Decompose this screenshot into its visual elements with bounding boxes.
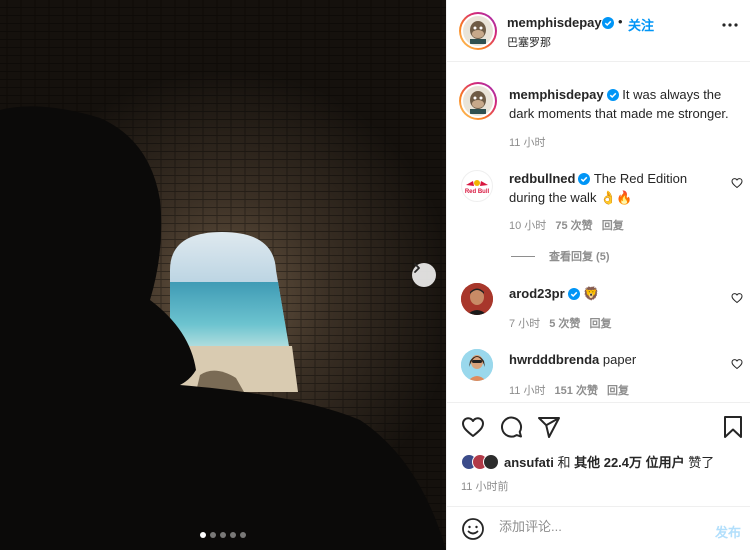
caption-time[interactable]: 11 小时	[509, 134, 545, 150]
post-location[interactable]: 巴塞罗那	[507, 34, 551, 50]
reply-divider	[511, 255, 535, 257]
post-actions: ansufati 和 其他 22.4万 位用户 赞了 11 小时前	[447, 402, 750, 506]
slide-dot	[240, 532, 246, 538]
more-horizontal-icon[interactable]	[722, 23, 738, 27]
slide-dot	[220, 532, 226, 538]
posted-time[interactable]: 11 小时前	[461, 478, 508, 494]
comment-likes[interactable]: 151 次赞	[555, 385, 598, 397]
user-photo-icon	[461, 349, 493, 381]
next-slide-button[interactable]	[412, 263, 436, 287]
comment-username[interactable]: redbullned	[509, 171, 575, 186]
tunnel-photo	[0, 0, 446, 550]
author-username[interactable]: memphisdepay	[507, 15, 602, 30]
post-photo[interactable]	[0, 0, 446, 550]
comment-time[interactable]: 11 小时	[509, 385, 545, 397]
author-avatar[interactable]	[459, 12, 497, 50]
verified-badge-icon	[602, 16, 614, 34]
comment-username[interactable]: hwrdddbrenda	[509, 352, 599, 367]
svg-text:Red Bull: Red Bull	[465, 189, 490, 194]
comment-avatar[interactable]	[461, 349, 493, 381]
comment-text: 🦁	[583, 286, 600, 301]
slide-dot	[230, 532, 236, 538]
caption-avatar[interactable]	[459, 82, 497, 120]
bored-ape-avatar-icon	[470, 91, 486, 114]
share-send-icon[interactable]	[537, 415, 561, 439]
emoji-icon[interactable]	[461, 517, 485, 541]
comment-text: paper	[602, 352, 637, 367]
comment-likes[interactable]: 5 次赞	[549, 318, 580, 330]
view-replies-button[interactable]: 查看回复 (5)	[511, 248, 610, 264]
post-header: memphisdepay • 关注 巴塞罗那	[447, 0, 750, 62]
comment-body: arod23pr 🦁	[509, 285, 724, 304]
user-photo-icon	[461, 283, 493, 315]
reply-button[interactable]: 回复	[602, 220, 624, 232]
likes-summary[interactable]: ansufati 和 其他 22.4万 位用户 赞了	[461, 452, 714, 471]
like-comment-heart-icon[interactable]	[731, 177, 743, 189]
comment-username[interactable]: arod23pr	[509, 286, 565, 301]
slide-dot	[200, 532, 206, 538]
post-caption: memphisdepay It was always the dark mome…	[509, 86, 745, 122]
add-comment-bar: 发布	[447, 506, 750, 550]
reply-button[interactable]: 回复	[590, 318, 612, 330]
comment-avatar[interactable]	[461, 283, 493, 315]
comment-body: hwrdddbrenda paper	[509, 351, 724, 368]
reply-button[interactable]: 回复	[607, 385, 629, 397]
chevron-right-icon	[414, 263, 420, 273]
comment-meta: 10 小时 75 次赞 回复	[509, 217, 624, 233]
post-details-panel: memphisdepay • 关注 巴塞罗那 memphisdepay It w…	[446, 0, 750, 550]
likes-and: 和	[557, 455, 571, 470]
comment-meta: 7 小时 5 次赞 回复	[509, 315, 612, 331]
liked-by-username[interactable]: ansufati	[504, 455, 554, 470]
comment-input[interactable]	[499, 519, 689, 534]
redbull-logo-icon: Red Bull	[465, 180, 490, 194]
bored-ape-avatar-icon	[470, 21, 486, 44]
comment-body: redbullned The Red Edition during the wa…	[509, 170, 724, 206]
verified-badge-icon	[578, 172, 591, 189]
likes-suffix: 赞了	[688, 455, 715, 470]
like-comment-heart-icon[interactable]	[731, 292, 743, 304]
comment-time[interactable]: 7 小时	[509, 318, 540, 330]
likes-text: ansufati 和 其他 22.4万 位用户 赞了	[504, 452, 714, 471]
save-bookmark-icon[interactable]	[723, 415, 743, 439]
likes-others[interactable]: 其他 22.4万 位用户	[574, 455, 685, 470]
view-replies-label: 查看回复 (5)	[549, 251, 610, 263]
comment-avatar[interactable]: Red Bull	[461, 170, 493, 202]
slide-indicator	[0, 532, 446, 538]
comment-bubble-icon[interactable]	[499, 415, 523, 439]
header-separator: •	[618, 14, 623, 29]
caption-username[interactable]: memphisdepay	[509, 87, 604, 102]
comment-meta: 11 小时 151 次赞 回复	[509, 382, 629, 398]
like-heart-icon[interactable]	[461, 415, 485, 439]
slide-dot	[210, 532, 216, 538]
comment-time[interactable]: 10 小时	[509, 220, 546, 232]
like-comment-heart-icon[interactable]	[731, 358, 743, 370]
post-comment-button[interactable]: 发布	[715, 522, 741, 541]
verified-badge-icon	[567, 287, 580, 304]
follow-button[interactable]: 关注	[628, 15, 654, 34]
comment-likes[interactable]: 75 次赞	[555, 220, 592, 232]
liker-avatar	[483, 453, 499, 470]
verified-badge-icon	[606, 88, 619, 105]
